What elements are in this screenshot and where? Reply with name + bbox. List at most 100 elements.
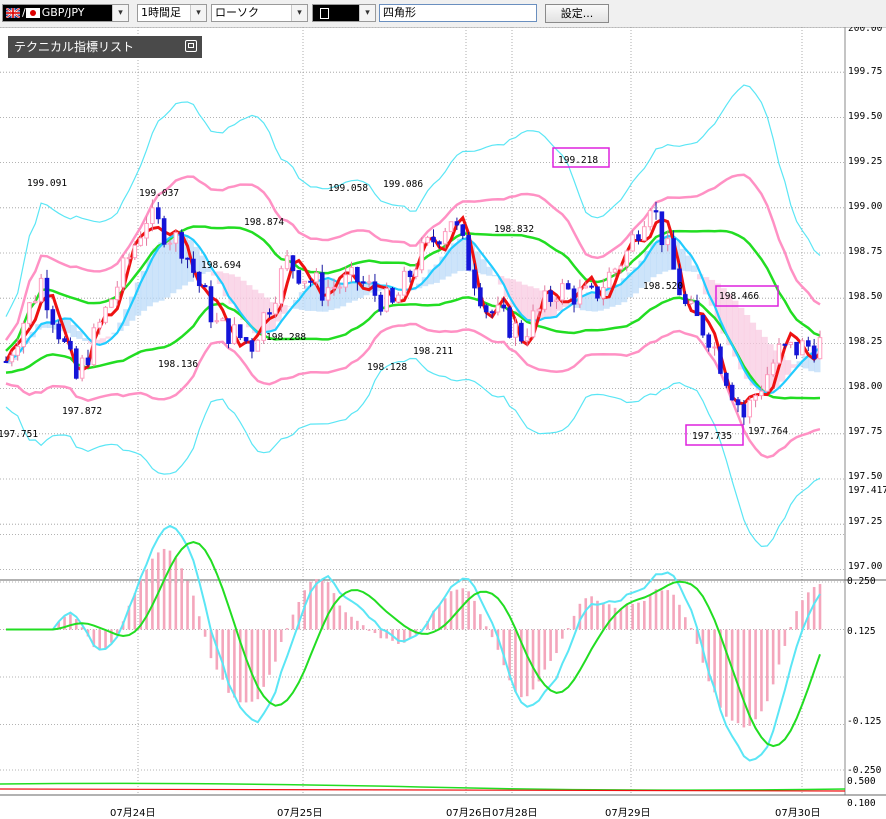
candle-body xyxy=(571,288,577,305)
osc-axis-label: -0.250 xyxy=(847,765,882,776)
indicator-list-title: テクニカル指標リスト xyxy=(14,40,135,54)
date-axis-label: 07月26日 xyxy=(446,807,491,819)
candle-body xyxy=(741,404,747,418)
histogram-bar xyxy=(479,614,482,630)
histogram-bar xyxy=(619,608,623,630)
histogram-bar xyxy=(326,582,330,630)
candle-body xyxy=(27,302,32,324)
histogram-bar xyxy=(455,589,459,630)
chevron-down-icon[interactable]: ▾ xyxy=(291,5,307,21)
candle-body xyxy=(50,309,56,325)
candle-body xyxy=(759,390,764,397)
osc-axis-label: 0.250 xyxy=(847,576,876,587)
shape-name-field[interactable]: 四角形 xyxy=(379,4,537,22)
histogram-bar xyxy=(795,611,798,630)
histogram-bar xyxy=(379,629,383,639)
candle-body xyxy=(314,272,319,283)
price-axis-label: 197.50 xyxy=(848,471,883,482)
cloud-segment xyxy=(70,324,77,338)
candle-body xyxy=(267,312,272,315)
candle-body xyxy=(32,300,38,304)
price-label: 198.136 xyxy=(158,359,198,370)
candle-body xyxy=(355,266,360,283)
candle-body xyxy=(659,211,665,246)
candle-body xyxy=(630,234,635,252)
histogram-bar xyxy=(98,629,101,651)
bollinger-lower-2 xyxy=(5,357,821,548)
candle-body xyxy=(817,337,823,360)
histogram-bar xyxy=(344,612,347,630)
histogram-bar xyxy=(197,616,201,630)
settings-button[interactable]: 設定... xyxy=(545,4,609,23)
candle-body xyxy=(185,257,190,260)
candle-body xyxy=(243,337,249,342)
candle-body xyxy=(565,283,571,290)
candle-body xyxy=(507,307,512,338)
candle-body xyxy=(718,346,723,374)
histogram-bar xyxy=(625,604,629,630)
candle-body xyxy=(372,281,378,296)
histogram-bar xyxy=(531,629,535,690)
candle-body xyxy=(413,269,419,278)
histogram-bar xyxy=(356,620,359,630)
candle-body xyxy=(384,288,389,312)
price-axis-label: 198.75 xyxy=(848,246,882,257)
minimize-icon[interactable] xyxy=(185,40,197,52)
histogram-bar xyxy=(467,591,470,630)
chart-type-select[interactable]: ローソク ▾ xyxy=(211,4,308,22)
cloud-segment xyxy=(685,255,692,272)
candle-body xyxy=(606,271,612,289)
candle-body xyxy=(308,280,313,283)
price-label: 199.218 xyxy=(558,155,598,166)
candle-body xyxy=(144,222,149,239)
histogram-bar xyxy=(666,590,670,630)
chevron-down-icon[interactable]: ▾ xyxy=(359,5,375,21)
candle-body xyxy=(724,372,729,386)
price-axis-label: 197.417 xyxy=(848,485,886,496)
candle-body xyxy=(126,257,132,260)
histogram-bar xyxy=(332,593,336,630)
candle-body xyxy=(431,236,436,243)
price-label: 197.751 xyxy=(0,429,38,440)
candle-body xyxy=(782,343,788,346)
histogram-bar xyxy=(684,617,687,630)
candle-body xyxy=(249,340,255,352)
candle-body xyxy=(583,285,589,289)
chevron-down-icon[interactable]: ▾ xyxy=(112,5,128,21)
candle-body xyxy=(220,318,225,322)
candle-body xyxy=(161,218,167,245)
candle-body xyxy=(331,286,337,289)
price-chart[interactable]: 197.751 199.091 197.872 199.037 198.136 198.6… xyxy=(0,27,886,819)
osc-axis-label: 0.100 xyxy=(847,798,876,809)
cloud-segment xyxy=(480,259,487,275)
price-axis-label: 197.00 xyxy=(848,561,883,572)
osc-axis-label: -0.125 xyxy=(847,716,881,727)
candle-body xyxy=(366,281,372,284)
candle-body xyxy=(208,286,214,323)
candle-body xyxy=(524,336,530,342)
histogram-bar xyxy=(783,629,787,646)
candle-body xyxy=(343,274,348,288)
candle-body xyxy=(805,340,811,347)
histogram-bar xyxy=(162,548,166,630)
candle-body xyxy=(155,207,161,220)
histogram-bar xyxy=(449,591,453,630)
candle-body xyxy=(811,345,817,360)
technical-indicator-list-panel[interactable]: テクニカル指標リスト xyxy=(8,36,202,58)
draw-tool-select[interactable]: ▾ xyxy=(312,4,376,22)
candle-body xyxy=(612,268,618,273)
candle-body xyxy=(472,269,477,289)
histogram-bar xyxy=(719,629,722,708)
price-axis: 200.00 199.75 199.50 199.25 199.00 198.75 198.… xyxy=(110,27,886,819)
histogram-bar xyxy=(525,629,529,697)
candle-body xyxy=(577,287,583,305)
candle-body xyxy=(460,224,466,236)
price-axis-label: 198.00 xyxy=(848,381,883,392)
shape-name-value: 四角形 xyxy=(383,6,416,19)
candle-body xyxy=(442,231,448,245)
currency-pair-select[interactable]: / GBP/JPY ▾ xyxy=(2,4,129,22)
timeframe-select[interactable]: 1時間足 ▾ xyxy=(137,4,207,22)
histogram-bar xyxy=(350,616,353,630)
candle-body xyxy=(489,311,495,314)
chevron-down-icon[interactable]: ▾ xyxy=(190,5,206,21)
